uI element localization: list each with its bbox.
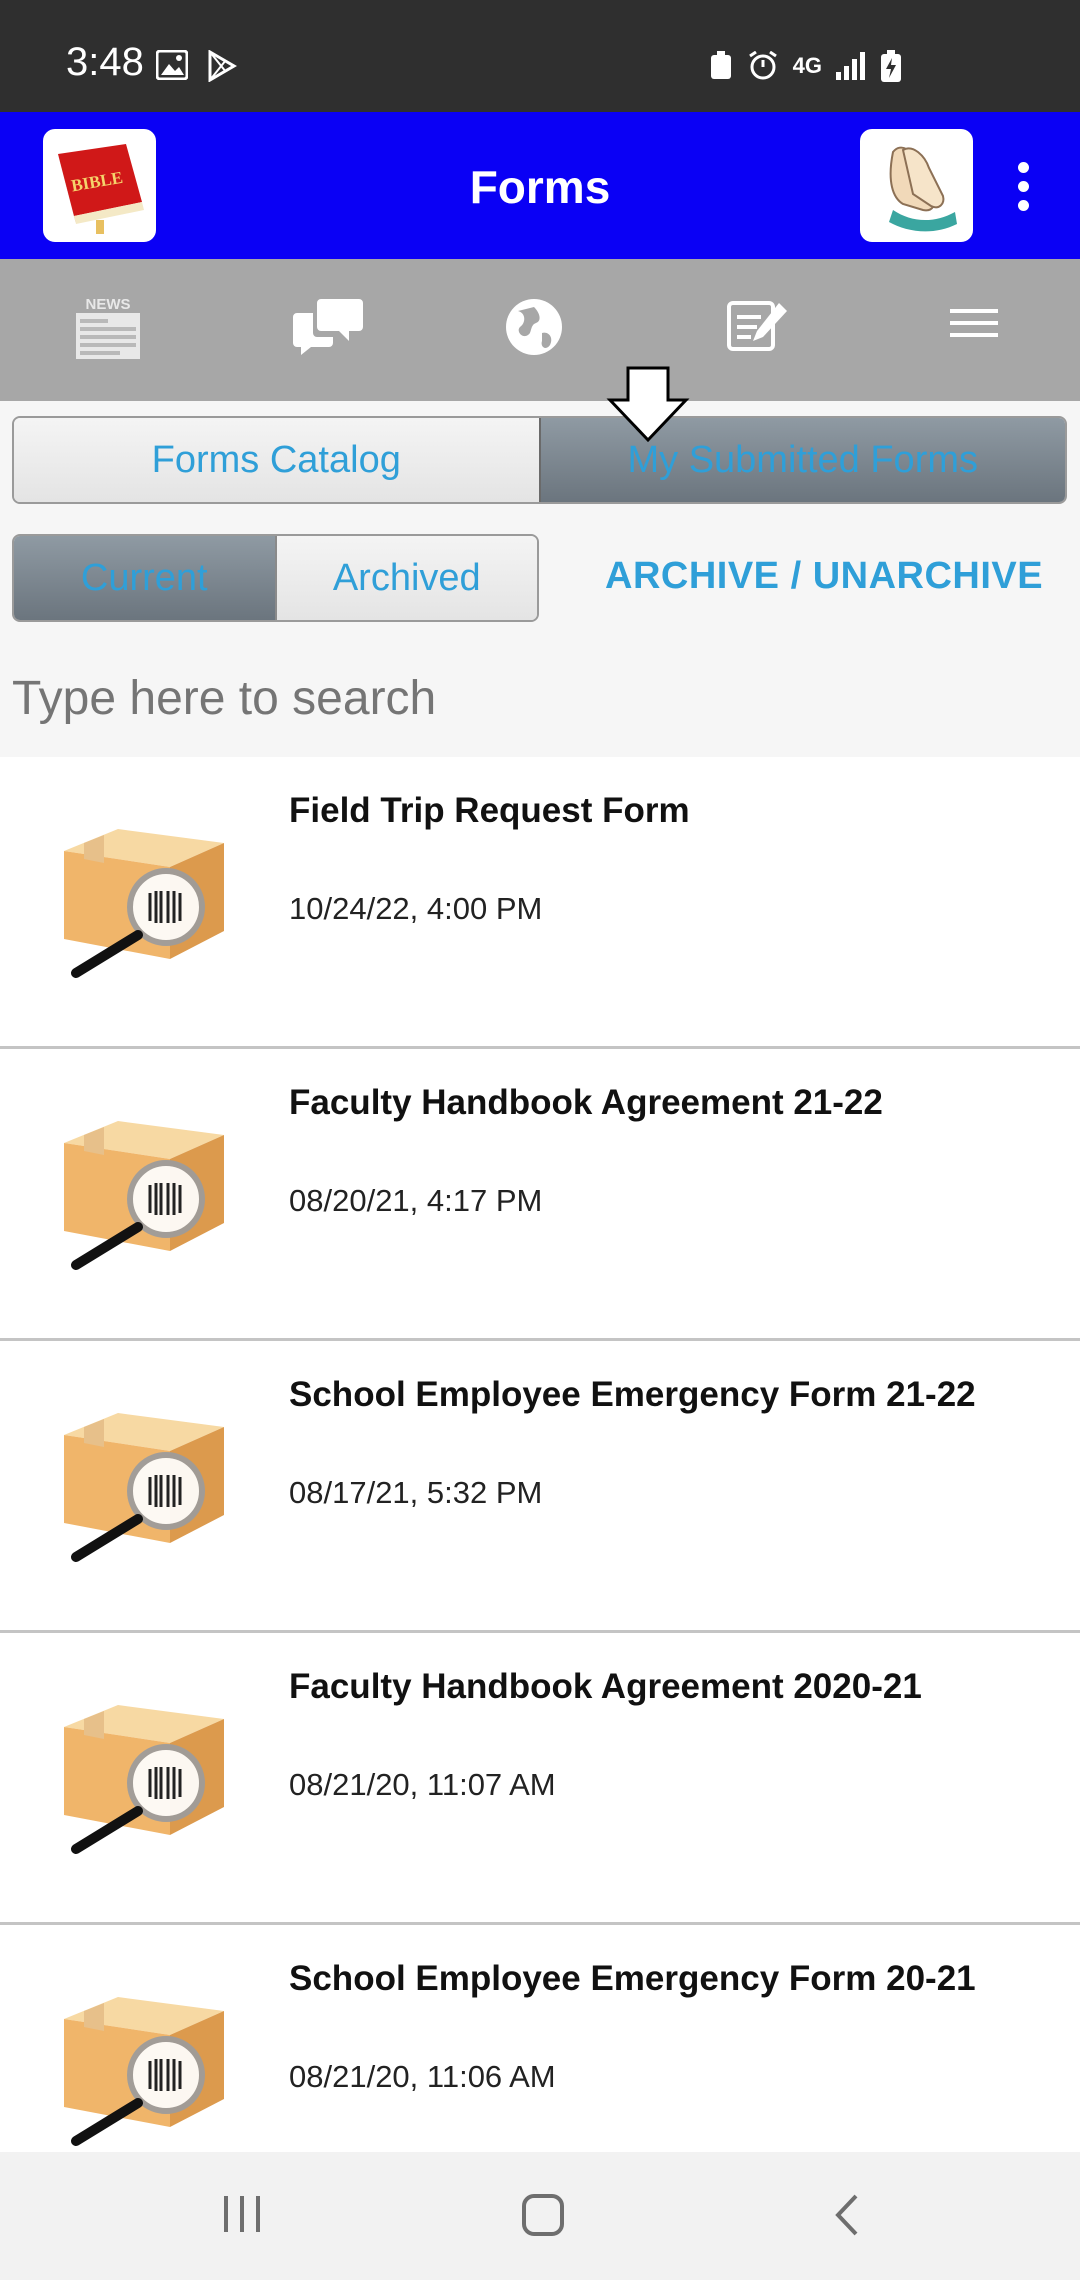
forms-tab-bar: Forms Catalog My Submitted Forms	[12, 416, 1067, 504]
back-icon[interactable]	[828, 2192, 868, 2242]
globe-icon[interactable]	[502, 295, 582, 365]
system-nav-bar	[0, 2152, 1080, 2280]
list-item[interactable]: Faculty Handbook Agreement 2020-21 08/21…	[0, 1633, 1080, 1925]
form-date: 08/21/20, 11:06 AM	[289, 2059, 556, 2094]
down-arrow-icon	[606, 366, 690, 443]
package-search-icon	[64, 1705, 224, 1854]
battery-charging-icon	[880, 50, 902, 82]
form-title: Field Trip Request Form	[289, 791, 690, 830]
recent-apps-icon[interactable]	[220, 2192, 266, 2240]
status-time: 3:48	[66, 40, 144, 84]
praying-hands-icon	[863, 132, 970, 239]
form-title: Faculty Handbook Agreement 21-22	[289, 1083, 883, 1122]
package-search-icon	[64, 1413, 224, 1562]
package-search-icon	[64, 1121, 224, 1270]
archive-unarchive-button[interactable]: ARCHIVE / UNARCHIVE	[605, 555, 1043, 598]
form-title: Faculty Handbook Agreement 2020-21	[289, 1667, 922, 1706]
package-search-icon	[64, 1997, 224, 2146]
storage-icon	[709, 51, 733, 81]
form-date: 08/20/21, 4:17 PM	[289, 1183, 543, 1218]
form-date: 08/17/21, 5:32 PM	[289, 1475, 543, 1510]
section-nav-bar: NEWS	[0, 259, 1080, 401]
tab-forms-catalog[interactable]: Forms Catalog	[14, 418, 539, 502]
list-item[interactable]: Field Trip Request Form 10/24/22, 4:00 P…	[0, 757, 1080, 1049]
prayer-button[interactable]	[860, 129, 973, 242]
search-input[interactable]	[0, 660, 1080, 736]
chat-icon[interactable]	[293, 295, 373, 365]
network-type-icon: 4G	[792, 53, 822, 78]
archive-filter-tabs: Current Archived	[12, 534, 539, 622]
submitted-forms-list: Field Trip Request Form 10/24/22, 4:00 P…	[0, 757, 1080, 2152]
form-date: 08/21/20, 11:07 AM	[289, 1767, 556, 1802]
home-icon[interactable]	[520, 2192, 566, 2242]
news-icon[interactable]: NEWS	[72, 295, 152, 365]
form-date: 10/24/22, 4:00 PM	[289, 891, 543, 926]
alarm-icon	[747, 51, 779, 81]
form-title: School Employee Emergency Form 20-21	[289, 1959, 976, 1998]
signal-icon	[836, 52, 866, 80]
menu-icon[interactable]	[946, 295, 1026, 365]
app-header: BIBLE Forms	[0, 112, 1080, 259]
play-store-notification-icon	[206, 50, 238, 82]
tab-current[interactable]: Current	[14, 536, 275, 620]
note-edit-icon[interactable]	[725, 295, 805, 365]
package-search-icon	[64, 829, 224, 978]
status-bar: 3:48 4G	[0, 0, 1080, 112]
form-title: School Employee Emergency Form 21-22	[289, 1375, 976, 1414]
svg-text:NEWS: NEWS	[86, 296, 131, 313]
overflow-menu-icon[interactable]	[1008, 162, 1038, 212]
list-item[interactable]: School Employee Emergency Form 20-21 08/…	[0, 1925, 1080, 2152]
tab-archived[interactable]: Archived	[274, 536, 537, 620]
gallery-notification-icon	[156, 50, 188, 82]
list-item[interactable]: Faculty Handbook Agreement 21-22 08/20/2…	[0, 1049, 1080, 1341]
list-item[interactable]: School Employee Emergency Form 21-22 08/…	[0, 1341, 1080, 1633]
